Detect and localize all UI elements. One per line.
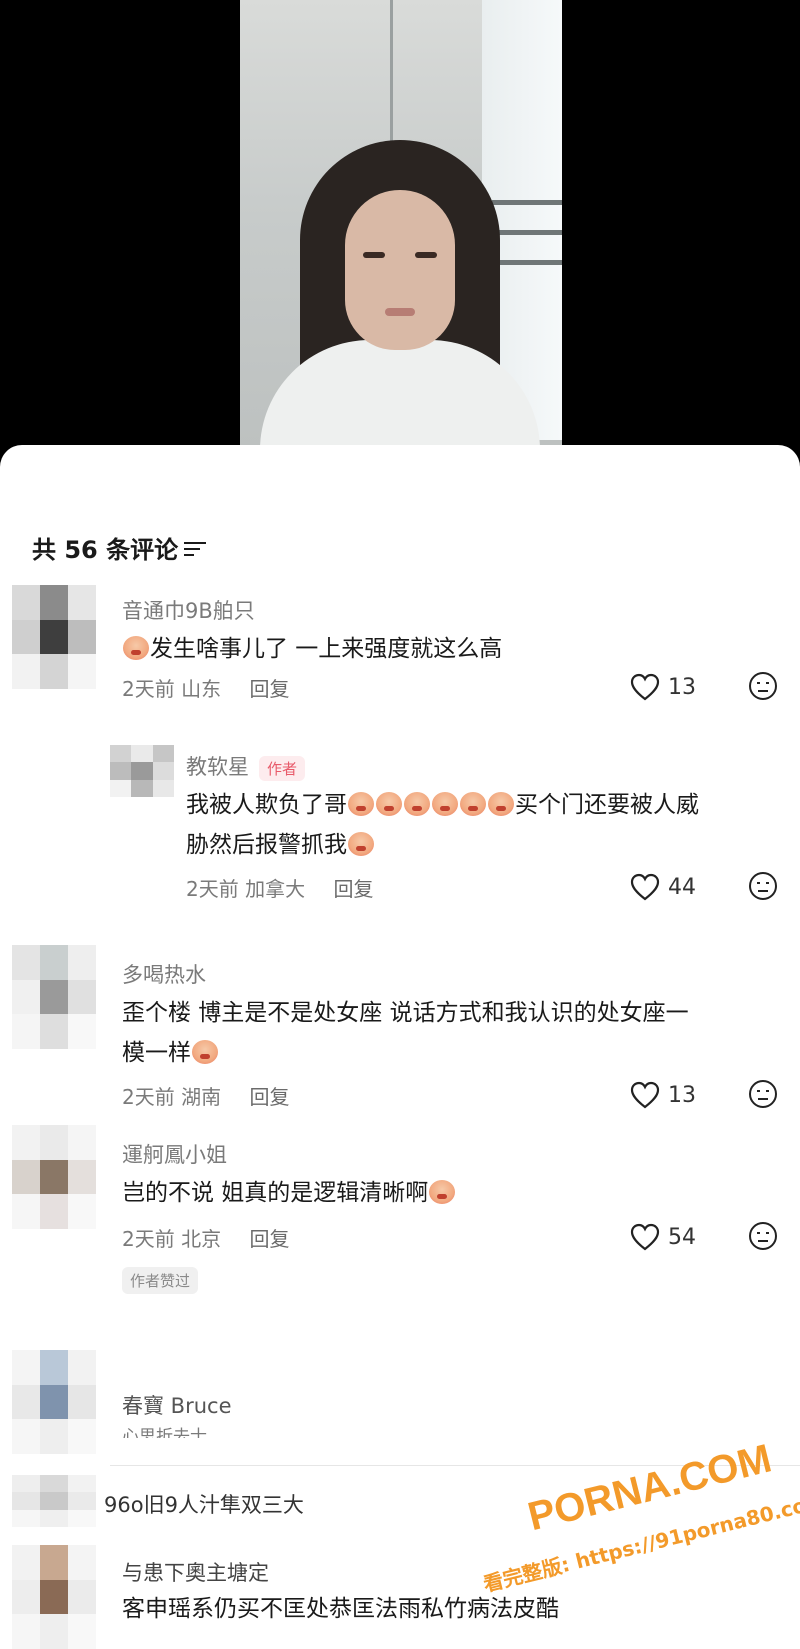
- comment-item: 音通巾9B舶只 发生啥事儿了 一上来强度就这么高 2天前 山东 回复 13: [0, 585, 800, 735]
- like-button[interactable]: 13: [630, 1081, 696, 1109]
- comment-username[interactable]: 運舸鳳小姐: [122, 1139, 227, 1169]
- comment-text: 歪个楼 博主是不是处女座 说话方式和我认识的处女座一 模一样: [122, 1000, 689, 1066]
- mouth: [385, 308, 415, 316]
- sort-filter-icon[interactable]: [184, 539, 207, 557]
- comment-meta: 2天前 北京 回复: [122, 1227, 290, 1251]
- reply-button[interactable]: 回复: [333, 877, 373, 901]
- avatar[interactable]: [12, 1475, 96, 1527]
- comment-username[interactable]: 与患下奧主塘定: [122, 1557, 269, 1587]
- reply-meta: 2天前 加拿大 回复: [186, 877, 374, 901]
- avatar[interactable]: [12, 1125, 96, 1229]
- crying-emoji-icon: [488, 792, 514, 816]
- crying-emoji-icon: [123, 636, 149, 660]
- comment-text: 岂的不说 姐真的是逻辑清晰啊: [122, 1173, 456, 1213]
- window-bar: [492, 200, 562, 205]
- avatar[interactable]: [110, 745, 174, 797]
- heart-icon: [630, 673, 660, 701]
- comment-username[interactable]: 96o旧9人汁隼双三大: [104, 1489, 304, 1519]
- like-count: 44: [668, 874, 696, 900]
- reply-button[interactable]: 回复: [249, 677, 289, 701]
- comment-username[interactable]: 春寶 Bruce: [122, 1390, 232, 1420]
- crying-emoji-icon: [348, 792, 374, 816]
- comments-panel: 共 56 条评论 音通巾9B舶只 发生啥事儿了 一上来强度就这么高 2天前 山东…: [0, 445, 800, 1649]
- comment-sub-text: 心思折去士: [122, 1427, 207, 1438]
- comment-meta: 2天前 山东 回复: [122, 677, 290, 701]
- avatar[interactable]: [12, 1545, 96, 1649]
- grinning-emoji-icon: [429, 1180, 456, 1204]
- crying-emoji-icon: [404, 792, 430, 816]
- crying-emoji-icon: [432, 792, 458, 816]
- comment-text: 发生啥事儿了 一上来强度就这么高: [122, 629, 502, 669]
- comment-meta: 2天前 湖南 回复: [122, 1085, 290, 1109]
- reply-username[interactable]: 教软星 作者: [186, 751, 306, 781]
- dislike-face-icon[interactable]: [748, 1079, 778, 1109]
- comment-item: 運舸鳳小姐 岂的不说 姐真的是逻辑清晰啊 2天前 北京 回复 54 作者赞过: [0, 1125, 800, 1295]
- like-count: 13: [668, 674, 696, 700]
- screen: 共 56 条评论 音通巾9B舶只 发生啥事儿了 一上来强度就这么高 2天前 山东…: [0, 0, 800, 1649]
- like-button[interactable]: 44: [630, 873, 696, 901]
- avatar[interactable]: [12, 585, 96, 689]
- reply-button[interactable]: 回复: [249, 1227, 289, 1251]
- comment-username[interactable]: 音通巾9B舶只: [122, 595, 255, 625]
- like-count: 54: [668, 1224, 696, 1250]
- eye: [363, 252, 385, 258]
- avatar[interactable]: [12, 945, 96, 1049]
- dislike-face-icon[interactable]: [748, 1221, 778, 1251]
- reply-text: 我被人欺负了哥 买个门还要被人威 胁然后报警抓我: [186, 792, 699, 858]
- like-count: 13: [668, 1082, 696, 1108]
- heart-icon: [630, 1081, 660, 1109]
- person-face: [345, 190, 455, 350]
- dislike-face-icon[interactable]: [748, 671, 778, 701]
- window-bar: [492, 260, 562, 265]
- heart-icon: [630, 1223, 660, 1251]
- like-button[interactable]: 54: [630, 1223, 696, 1251]
- avatar[interactable]: [12, 1350, 96, 1454]
- heart-icon: [630, 873, 660, 901]
- reply-item: 教软星 作者 我被人欺负了哥 买个门还要被人威 胁然后报警抓我 2天前 加拿大 回复…: [0, 745, 800, 915]
- comment-item: 多喝热水 歪个楼 博主是不是处女座 说话方式和我认识的处女座一 模一样 2天前 …: [0, 945, 800, 1115]
- comment-username[interactable]: 多喝热水: [122, 959, 206, 989]
- crying-emoji-icon: [376, 792, 402, 816]
- crying-emoji-icon: [192, 1040, 218, 1064]
- comment-count-title: 共 56 条评论: [32, 536, 179, 564]
- crying-emoji-icon: [348, 832, 374, 856]
- author-badge: 作者: [259, 755, 306, 781]
- window-bar: [492, 230, 562, 235]
- crying-emoji-icon: [460, 792, 486, 816]
- dislike-face-icon[interactable]: [748, 871, 778, 901]
- reply-button[interactable]: 回复: [249, 1085, 289, 1109]
- comment-count-header: 共 56 条评论: [32, 530, 207, 565]
- author-liked-tag: 作者赞过: [122, 1267, 199, 1294]
- eye: [415, 252, 437, 258]
- like-button[interactable]: 13: [630, 673, 696, 701]
